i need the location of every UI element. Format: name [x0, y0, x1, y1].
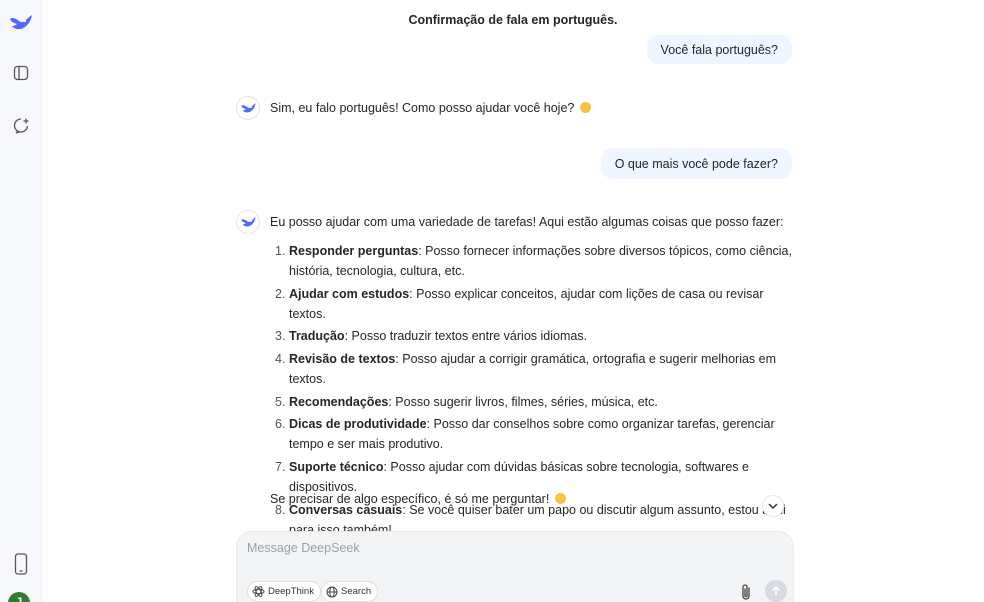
- message-input[interactable]: [247, 541, 747, 555]
- list-number: 2.: [275, 286, 286, 301]
- ai-message-text: Sim, eu falo português! Como posso ajuda…: [270, 101, 575, 115]
- ai-message-text: Se precisar de algo específico, é só me …: [270, 492, 550, 506]
- list-item: 5. Recomendações: Posso sugerir livros, f…: [270, 392, 794, 412]
- chevron-down-icon: [768, 503, 778, 509]
- phone-icon[interactable]: [0, 552, 42, 576]
- scroll-to-bottom-button[interactable]: [762, 495, 784, 517]
- avatar[interactable]: J: [8, 592, 30, 602]
- user-message: O que mais você pode fazer?: [600, 148, 792, 179]
- ai-message-intro: Eu posso ajudar com uma variedade de tar…: [270, 215, 784, 229]
- user-message: Você fala português?: [646, 35, 792, 64]
- page-title: Confirmação de fala em português.: [408, 13, 618, 27]
- deepseek-avatar-icon: [236, 96, 260, 120]
- globe-icon: [326, 586, 338, 597]
- sidebar: J: [0, 0, 42, 602]
- list-item-title: Ajudar com estudos: [289, 286, 410, 301]
- arrow-up-icon: [771, 586, 781, 596]
- list-item-title: Responder perguntas: [289, 244, 419, 258]
- new-chat-icon[interactable]: [0, 114, 42, 136]
- list-number: 4.: [275, 352, 286, 367]
- search-button[interactable]: Search: [321, 581, 379, 602]
- list-item-title: Revisão de textos: [289, 352, 396, 367]
- list-item: 2. Ajudar com estudos: Posso explicar con…: [270, 284, 794, 324]
- list-item-title: Suporte técnico: [289, 460, 384, 475]
- sidebar-toggle-icon[interactable]: [0, 62, 42, 84]
- list-item: 3. Tradução: Posso traduzir textos entre …: [270, 326, 794, 346]
- list-number: 7.: [275, 460, 286, 475]
- list-item-text: : Posso sugerir livros, filmes, séries, …: [388, 394, 658, 409]
- send-button[interactable]: [765, 580, 787, 602]
- list-number: 1.: [275, 244, 286, 258]
- deepthink-label: DeepThink: [268, 586, 314, 597]
- search-label: Search: [341, 586, 372, 597]
- ai-message-outro: Se precisar de algo específico, é só me …: [270, 489, 794, 509]
- atom-icon: [252, 586, 265, 597]
- deepthink-button[interactable]: DeepThink: [247, 581, 321, 602]
- list-item-title: Recomendações: [289, 394, 389, 409]
- smile-emoji-icon: [554, 493, 566, 504]
- list-number: 3.: [275, 329, 286, 344]
- list-number: 5.: [275, 394, 286, 409]
- list-item: 4. Revisão de textos: Posso ajudar a corr…: [270, 349, 794, 389]
- message-composer: DeepThink Search: [236, 531, 794, 602]
- deepseek-logo-icon[interactable]: [0, 8, 42, 38]
- list-item: 1. Responder perguntas: Posso fornecer in…: [270, 241, 794, 281]
- list-item-title: Tradução: [289, 329, 345, 344]
- paperclip-icon[interactable]: [737, 582, 755, 602]
- list-item-title: Dicas de produtividade: [289, 417, 427, 432]
- ai-message: Sim, eu falo português! Como posso ajuda…: [270, 98, 794, 118]
- user-message-text: Você fala português?: [660, 42, 778, 57]
- smile-emoji-icon: [579, 102, 591, 113]
- list-number: 6.: [275, 417, 286, 432]
- list-item: 6. Dicas de produtividade: Posso dar cons…: [270, 414, 794, 454]
- deepseek-avatar-icon: [236, 210, 260, 234]
- list-item-text: : Posso traduzir textos entre vários idi…: [344, 329, 588, 344]
- user-message-text: O que mais você pode fazer?: [614, 156, 778, 171]
